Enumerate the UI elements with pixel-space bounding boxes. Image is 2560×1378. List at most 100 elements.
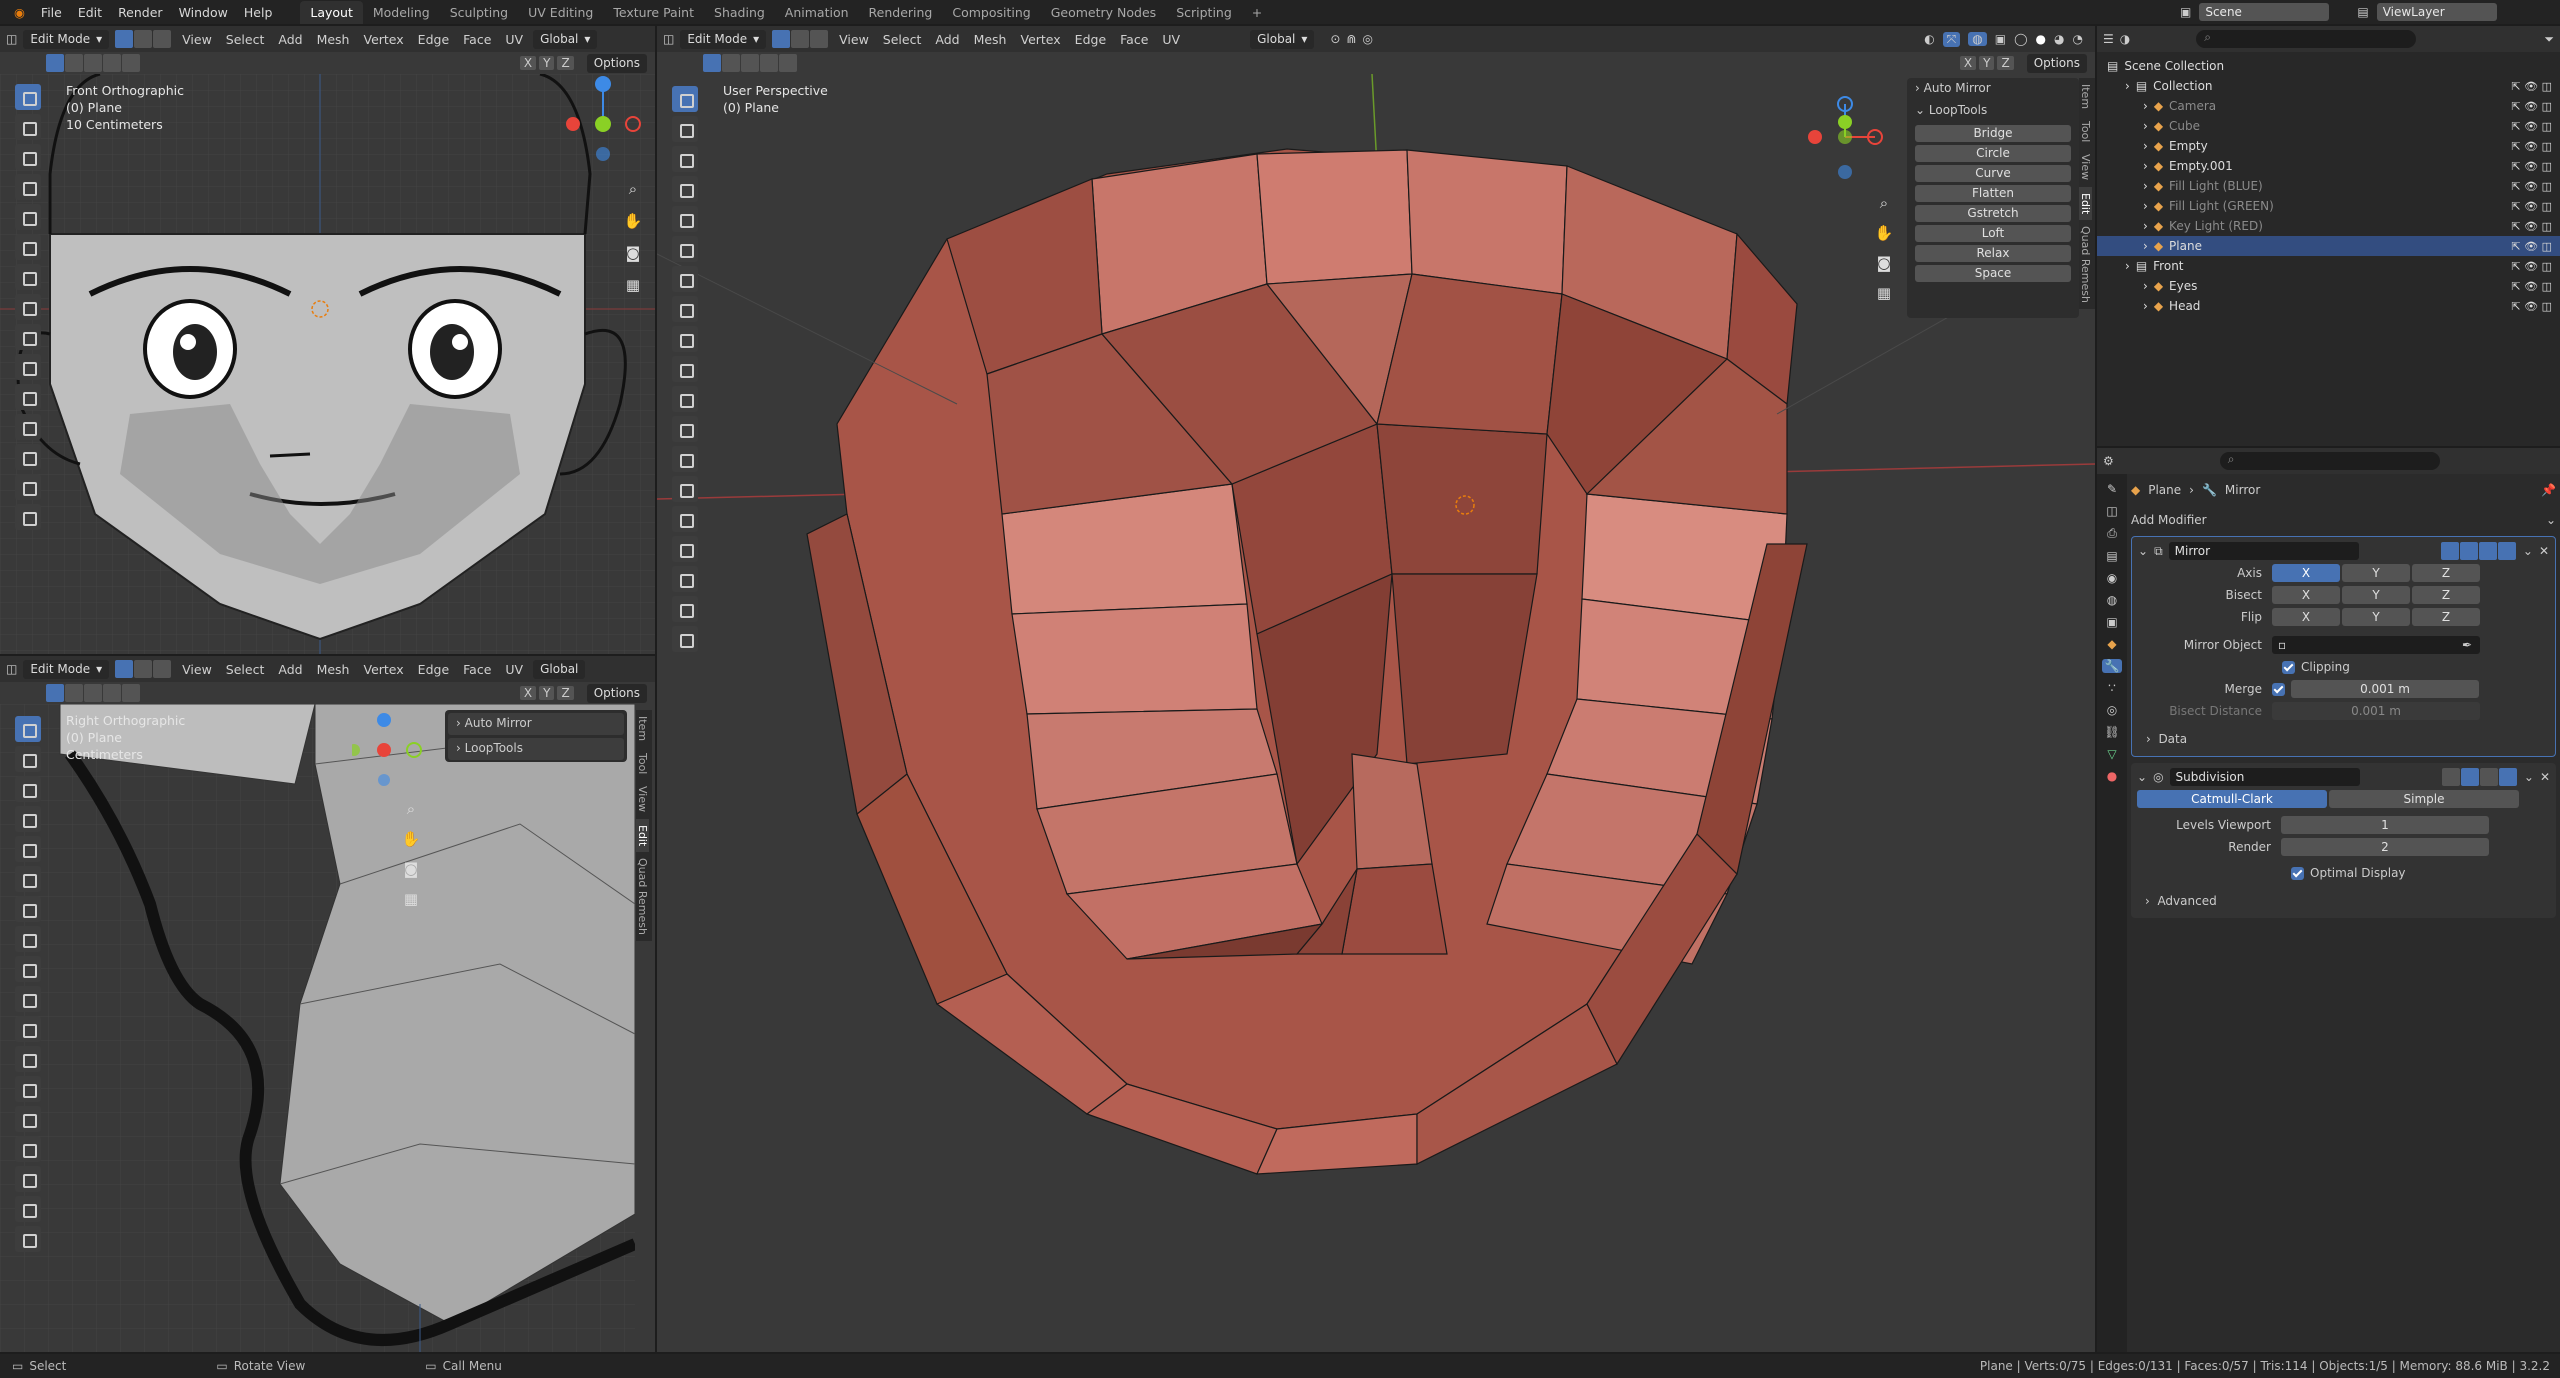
auto-mirror-panel[interactable]: › Auto Mirror [448, 713, 624, 735]
expand-chevron-icon[interactable]: ⌄ [2137, 770, 2147, 784]
axis-y-toggle[interactable]: Y [539, 56, 555, 70]
levels-viewport-field[interactable]: 1 [2281, 816, 2489, 834]
visibility-icon[interactable]: ⇱ 👁 ◫ [2511, 160, 2552, 173]
menu-vertex[interactable]: Vertex [359, 662, 407, 677]
overlay-icon[interactable]: ◍ [1968, 32, 1987, 46]
disclosure-chevron-icon[interactable]: › [2143, 119, 2148, 133]
editor-type-icon[interactable]: ◫ [6, 662, 17, 676]
transform-icon[interactable] [672, 236, 698, 262]
dropdown-chevron-icon[interactable]: ⌄ [2523, 544, 2533, 558]
outliner-row[interactable]: › ◆ Plane ⇱ 👁 ◫ [2097, 236, 2560, 256]
knife-icon[interactable] [15, 474, 41, 500]
tab-view[interactable]: View [636, 780, 649, 818]
blender-logo-icon[interactable]: ◉ [6, 5, 33, 20]
menu-edit[interactable]: Edit [70, 5, 110, 20]
menu-edge[interactable]: Edge [1071, 32, 1110, 47]
outliner-row[interactable]: › ◆ Fill Light (BLUE) ⇱ 👁 ◫ [2097, 176, 2560, 196]
navigation-gizmo[interactable] [348, 710, 432, 793]
scale-icon[interactable] [15, 204, 41, 230]
poly-build-icon[interactable] [672, 506, 698, 532]
zoom-icon[interactable]: ⌕ [620, 176, 646, 202]
merge-checkbox[interactable] [2272, 682, 2285, 696]
shading-rendered-icon[interactable]: ◔ [2073, 32, 2083, 46]
loop-cut-icon[interactable] [672, 446, 698, 472]
mirror-axis-y[interactable]: Y [2342, 564, 2410, 582]
right-viewport[interactable]: ◫ Edit Mode ▾ View Select Add Mesh Vertex… [0, 656, 655, 1352]
orientation-dropdown[interactable]: Global [533, 659, 586, 679]
options-dropdown[interactable]: Options [586, 53, 647, 73]
pan-hand-icon[interactable]: ✋ [398, 826, 424, 852]
pan-hand-icon[interactable]: ✋ [620, 208, 646, 234]
disclosure-chevron-icon[interactable]: › [2143, 179, 2148, 193]
tab-compositing[interactable]: Compositing [942, 1, 1040, 24]
mirror-bisect-x[interactable]: X [2272, 586, 2340, 604]
menu-add[interactable]: Add [274, 662, 306, 677]
camera-icon[interactable]: ◙ [398, 856, 424, 882]
menu-add[interactable]: Add [931, 32, 963, 47]
main-viewport[interactable]: ◫ Edit Mode ▾ View Select Add Mesh Vertex… [657, 26, 2095, 1352]
front-viewport[interactable]: ◫ Edit Mode ▾ View Select Add Mesh Vertex… [0, 26, 655, 654]
object-icon[interactable]: ◆ [2107, 637, 2116, 651]
disclosure-chevron-icon[interactable]: › [2143, 199, 2148, 213]
render-levels-field[interactable]: 2 [2281, 838, 2489, 856]
menu-file[interactable]: File [33, 5, 70, 20]
looptools-space-button[interactable]: Space [1915, 265, 2071, 282]
looptools-panel[interactable]: › LoopTools [448, 738, 624, 760]
menu-uv[interactable]: UV [1158, 32, 1184, 47]
visibility-icon[interactable]: ⇱ 👁 ◫ [2511, 280, 2552, 293]
shear-icon[interactable] [672, 596, 698, 622]
mirror-name-field[interactable]: Mirror [2168, 542, 2359, 560]
tab-modeling[interactable]: Modeling [363, 1, 440, 24]
visibility-icon[interactable]: ⇱ 👁 ◫ [2511, 260, 2552, 273]
visibility-icon[interactable]: ⇱ 👁 ◫ [2511, 120, 2552, 133]
rip-icon[interactable] [672, 626, 698, 652]
proportional-edit-icon[interactable]: ◎ [1363, 32, 1373, 46]
knife-icon[interactable] [672, 476, 698, 502]
annotate-icon[interactable] [15, 264, 41, 290]
axis-z-toggle[interactable]: Z [1997, 56, 2014, 70]
outliner-row[interactable]: › ▤ Collection ⇱ 👁 ◫ [2097, 76, 2560, 96]
outliner-search-input[interactable]: ⌕ [2196, 30, 2417, 48]
outliner-row[interactable]: › ◆ Fill Light (GREEN) ⇱ 👁 ◫ [2097, 196, 2560, 216]
outliner-row[interactable]: › ◆ Camera ⇱ 👁 ◫ [2097, 96, 2560, 116]
select-box-icon[interactable] [672, 86, 698, 112]
tab-scripting[interactable]: Scripting [1166, 1, 1242, 24]
menu-view[interactable]: View [835, 32, 873, 47]
annotate-icon[interactable] [672, 266, 698, 292]
particles-icon[interactable]: ∵ [2108, 681, 2116, 695]
grid-icon[interactable]: ▦ [1871, 280, 1897, 306]
mode-dropdown[interactable]: Edit Mode ▾ [680, 29, 767, 49]
tab-rendering[interactable]: Rendering [859, 1, 943, 24]
snap-icon[interactable]: ⋒ [1346, 32, 1356, 46]
menu-mesh[interactable]: Mesh [970, 32, 1011, 47]
menu-vertex[interactable]: Vertex [1016, 32, 1064, 47]
rotate-icon[interactable] [15, 806, 41, 832]
bevel-icon[interactable] [15, 414, 41, 440]
filter-icon[interactable]: ⏷ [2544, 32, 2554, 47]
tool-icon[interactable]: ✎ [2107, 482, 2117, 496]
add-modifier-dropdown[interactable]: Add Modifier ⌄ [2131, 508, 2556, 532]
render-icon[interactable]: ◫ [2106, 504, 2117, 518]
tab-edit[interactable]: Edit [2079, 186, 2092, 220]
disclosure-chevron-icon[interactable]: › [2143, 279, 2148, 293]
axis-z-toggle[interactable]: Z [557, 686, 574, 700]
add-cube-icon[interactable] [15, 324, 41, 350]
rotate-icon[interactable] [672, 176, 698, 202]
select-mode-toggles[interactable] [772, 30, 829, 48]
physics-icon[interactable]: ◎ [2107, 703, 2117, 717]
visibility-icon[interactable]: ◐ [1924, 32, 1934, 46]
zoom-icon[interactable]: ⌕ [398, 796, 424, 822]
tab-shading[interactable]: Shading [704, 1, 775, 24]
menu-mesh[interactable]: Mesh [313, 662, 354, 677]
add-workspace-button[interactable]: + [1242, 1, 1272, 24]
output-icon[interactable]: ⎙ [2107, 526, 2117, 541]
menu-face[interactable]: Face [459, 32, 495, 47]
extrude-icon[interactable] [672, 356, 698, 382]
spin-icon[interactable] [15, 1166, 41, 1192]
select-box-icon[interactable] [15, 84, 41, 110]
outliner-row[interactable]: › ◆ Eyes ⇱ 👁 ◫ [2097, 276, 2560, 296]
modifier-wrench-icon[interactable]: 🔧 [2101, 659, 2123, 673]
shading-wireframe-icon[interactable]: ◯ [2014, 32, 2027, 46]
mirror-axis-z[interactable]: Z [2412, 564, 2480, 582]
mirror-bisect-z[interactable]: Z [2412, 586, 2480, 604]
